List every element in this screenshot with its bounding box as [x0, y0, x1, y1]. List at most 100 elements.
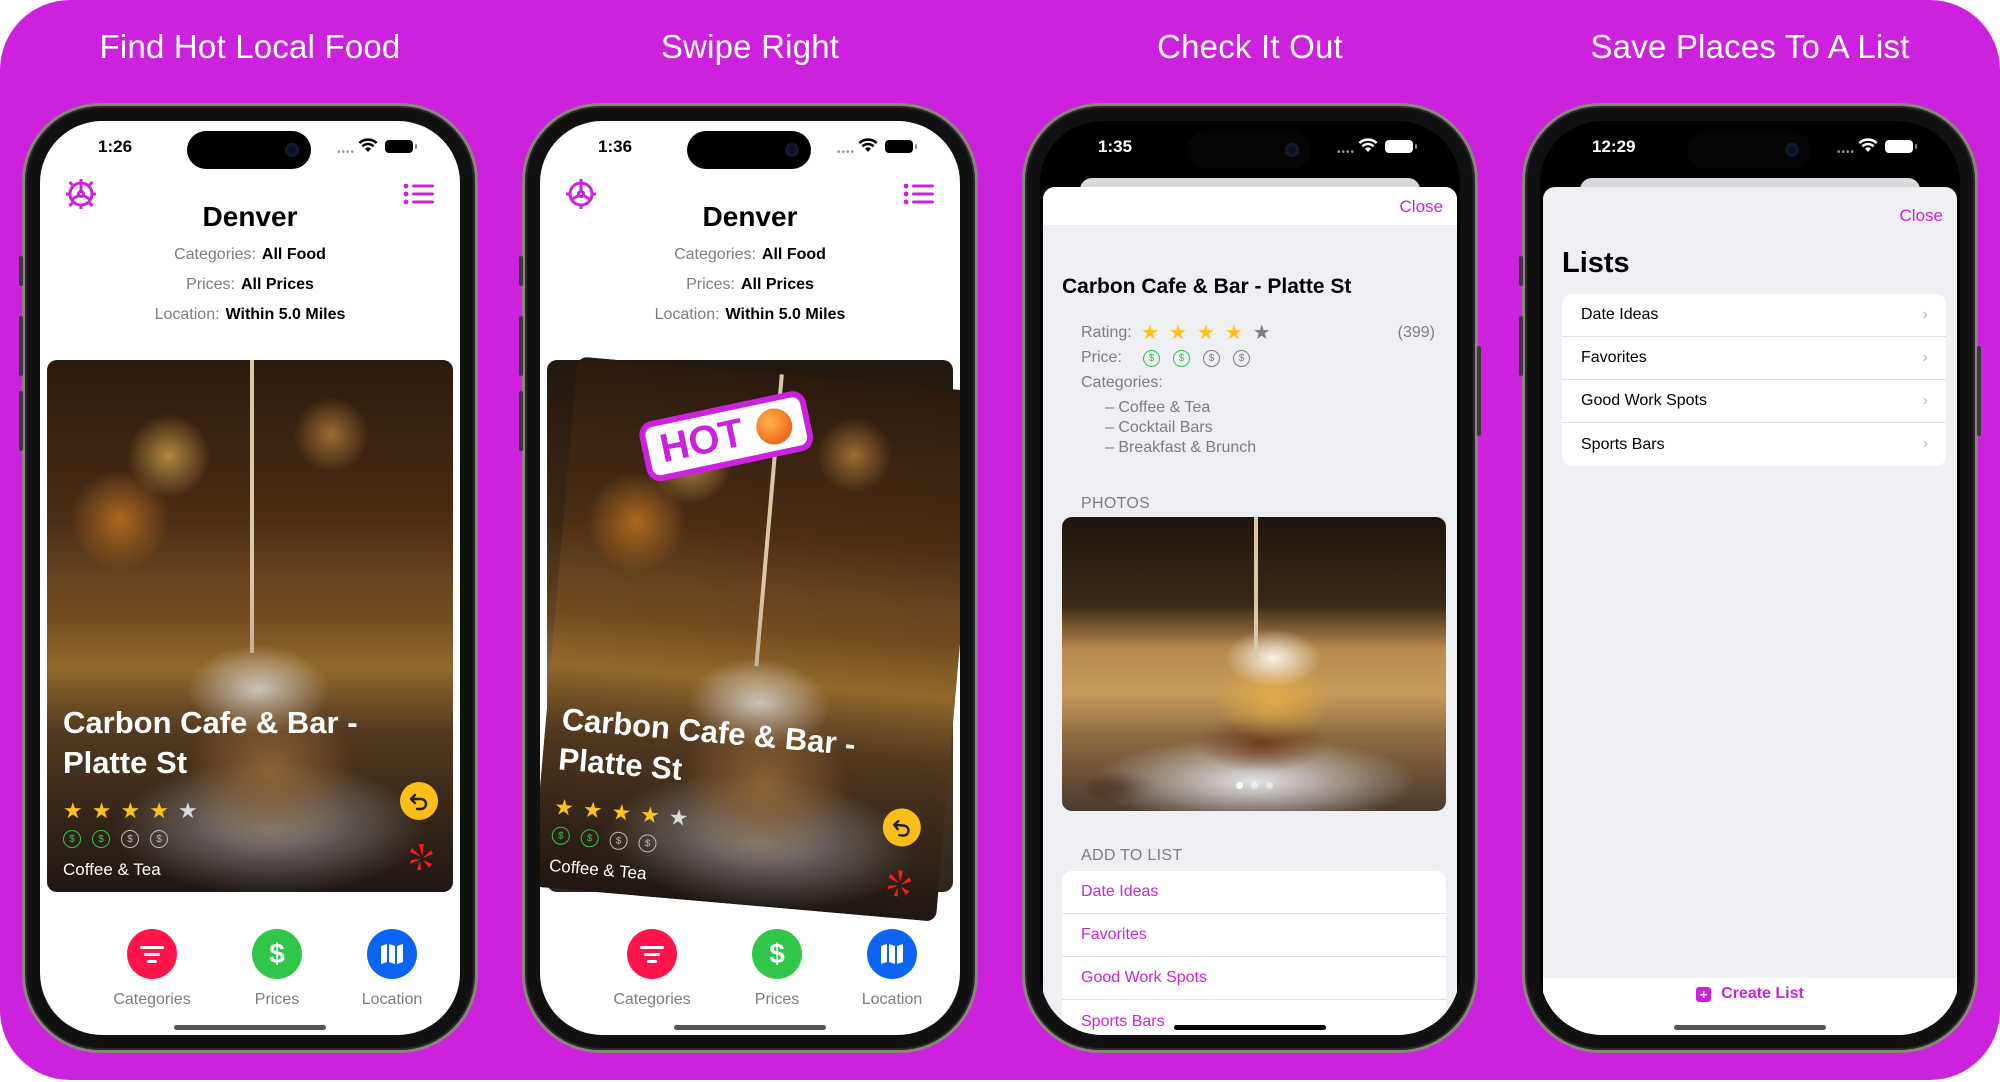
page-dot[interactable]	[1250, 782, 1258, 789]
home-indicator[interactable]	[1174, 1025, 1326, 1030]
star-icon: ★	[610, 799, 633, 826]
filter-categories[interactable]: Categories: All Food	[40, 246, 460, 264]
filter-value: All Food	[761, 246, 826, 263]
detail-sheet: Close Carbon Cafe & Bar - Platte St Rati…	[1043, 187, 1457, 1035]
tab-prices[interactable]: $ Prices	[727, 929, 827, 1009]
filter-prices[interactable]: Prices: All Prices	[40, 276, 460, 294]
phone-frame-1: 1:26 •••• Denver Categories: All Food Pri…	[19, 103, 478, 1053]
phone-frame-4: 12:29 •••• Close Lists Date Ideas › Favor…	[1519, 103, 1981, 1053]
create-list-button[interactable]: + Create List	[1543, 985, 1957, 1003]
volume-down-button	[519, 391, 523, 451]
dollar-coin-icon: $	[1233, 350, 1250, 367]
caption-save-places: Save Places To A List	[1590, 28, 1910, 65]
undo-arrow-icon	[892, 819, 910, 837]
cellular-signal-icon: ••••	[1337, 147, 1356, 158]
status-time: 1:36	[598, 137, 633, 156]
add-to-list-favorites[interactable]: Favorites	[1062, 914, 1446, 957]
list-item-label: Date Ideas	[1581, 306, 1659, 323]
dynamic-island	[1687, 131, 1811, 169]
photo-carousel[interactable]	[1062, 517, 1446, 811]
filter-lines-icon	[627, 929, 677, 979]
phone-screen-3: 1:35 •••• Close Carbon Cafe & Bar - Plat…	[1040, 121, 1460, 1035]
caption-find-hot-local-food: Find Hot Local Food	[99, 28, 401, 65]
yelp-logo-icon[interactable]	[884, 867, 915, 899]
restaurant-card[interactable]: Carbon Cafe & Bar - Platte St ★ ★ ★ ★ ★ $ $ $ $…	[47, 360, 453, 892]
power-button	[1977, 346, 1981, 436]
add-to-list-header: ADD TO LIST	[1081, 847, 1183, 864]
list-item-sports-bars[interactable]: Sports Bars ›	[1562, 423, 1946, 466]
phone-screen-2: 1:36 •••• Denver Categories: All Food Pri…	[540, 121, 960, 1035]
add-to-list-good-work-spots[interactable]: Good Work Spots	[1062, 957, 1446, 1000]
phone-frame-3: 1:35 •••• Close Carbon Cafe & Bar - Plat…	[1022, 103, 1481, 1053]
tab-categories[interactable]: Categories	[602, 929, 702, 1009]
page-dot[interactable]	[1235, 782, 1243, 789]
tab-label: Categories	[113, 991, 191, 1008]
tab-categories[interactable]: Categories	[102, 929, 202, 1009]
battery-icon	[385, 140, 417, 153]
tab-location[interactable]: Location	[842, 929, 942, 1009]
home-indicator[interactable]	[174, 1025, 326, 1030]
star-icon: ★	[1168, 322, 1187, 344]
page-dot[interactable]	[1265, 782, 1273, 789]
battery-icon	[1885, 140, 1917, 153]
dollar-coin-icon: $	[551, 826, 571, 846]
star-icon: ★	[177, 798, 198, 823]
chevron-right-icon: ›	[1922, 349, 1928, 366]
close-button[interactable]: Close	[1400, 197, 1443, 217]
cellular-signal-icon: ••••	[1837, 147, 1856, 158]
dollar-coin-icon: $	[579, 828, 600, 849]
category-item: – Cocktail Bars	[1105, 419, 1213, 436]
camera-icon	[785, 143, 799, 157]
plus-square-icon: +	[1696, 987, 1712, 1002]
star-icon: ★	[1141, 322, 1159, 344]
star-icon: ★	[120, 798, 141, 823]
yelp-logo-icon[interactable]	[407, 842, 435, 872]
tab-label: Location	[861, 991, 923, 1008]
dollar-coin-icon: $	[121, 830, 139, 848]
close-button[interactable]: Close	[1900, 206, 1943, 226]
filter-location[interactable]: Location: Within 5.0 Miles	[40, 306, 460, 324]
filter-location[interactable]: Location: Within 5.0 Miles	[540, 306, 960, 324]
tab-label: Prices	[254, 991, 300, 1008]
tab-prices[interactable]: $ Prices	[227, 929, 327, 1009]
review-count: (399)	[1397, 324, 1435, 341]
camera-icon	[1285, 143, 1299, 157]
hot-face-emoji-icon	[753, 404, 796, 448]
action-button	[519, 256, 523, 286]
card-title: Carbon Cafe & Bar - Platte St	[63, 705, 358, 780]
dollar-coin-icon: $	[608, 831, 629, 851]
undo-button[interactable]	[400, 782, 438, 820]
list-item-label: Favorites	[1581, 349, 1647, 366]
list-item-favorites[interactable]: Favorites ›	[1562, 337, 1946, 380]
filter-prices[interactable]: Prices: All Prices	[540, 276, 960, 294]
lists-title: Lists	[1562, 247, 1630, 279]
wifi-icon	[1358, 138, 1378, 152]
battery-icon	[885, 140, 917, 153]
phone-frame-2: 1:36 •••• Denver Categories: All Food Pri…	[519, 103, 978, 1053]
phone-screen-4: 12:29 •••• Close Lists Date Ideas › Favor…	[1540, 121, 1960, 1035]
lists-sheet: Close Lists Date Ideas › Favorites › Good …	[1543, 187, 1957, 1035]
add-to-list-date-ideas[interactable]: Date Ideas	[1062, 871, 1446, 914]
restaurant-card-swiping[interactable]: Carbon Cafe & Bar - Platte St ★ ★ ★ ★ ★ $ $ $ $…	[540, 356, 960, 922]
lists-group: Date Ideas › Favorites › Good Work Spots › …	[1562, 294, 1946, 466]
home-indicator[interactable]	[1674, 1025, 1826, 1030]
home-indicator[interactable]	[674, 1025, 826, 1030]
phone-screen-1: 1:26 •••• Denver Categories: All Food Pri…	[40, 121, 460, 1035]
camera-icon	[285, 143, 299, 157]
filter-label: Categories:	[674, 246, 756, 263]
tab-location[interactable]: Location	[342, 929, 442, 1009]
filter-value: All Prices	[740, 276, 814, 293]
filter-value: Within 5.0 Miles	[725, 306, 846, 323]
star-icon: ★	[91, 798, 112, 823]
page-indicator[interactable]	[1062, 782, 1446, 789]
list-item-date-ideas[interactable]: Date Ideas ›	[1562, 294, 1946, 337]
caption-swipe-right: Swipe Right	[660, 28, 840, 65]
filter-value: All Prices	[240, 276, 314, 293]
star-icon: ★	[1252, 322, 1271, 344]
caption-check-it-out: Check It Out	[1157, 28, 1343, 65]
wifi-icon	[858, 138, 878, 152]
star-icon: ★	[553, 794, 576, 821]
filter-lines-icon	[127, 929, 177, 979]
list-item-good-work-spots[interactable]: Good Work Spots ›	[1562, 380, 1946, 423]
filter-categories[interactable]: Categories: All Food	[540, 246, 960, 264]
